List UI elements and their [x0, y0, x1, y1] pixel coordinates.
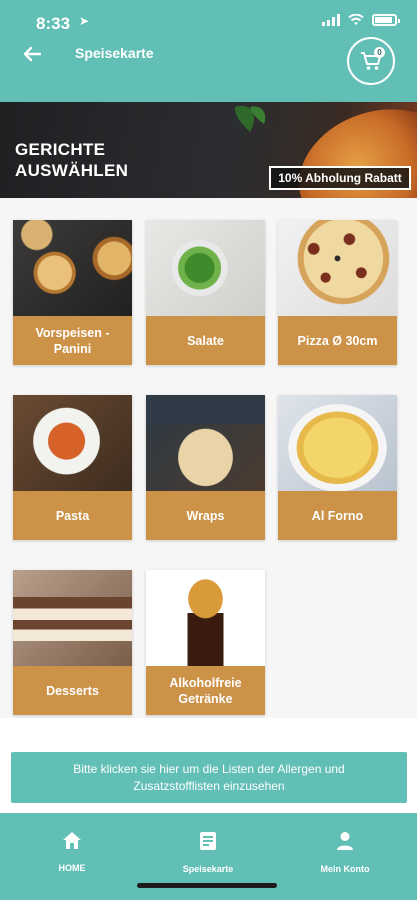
category-card-wraps[interactable]: Wraps [146, 395, 265, 540]
category-image [146, 220, 265, 316]
category-label: Wraps [146, 491, 265, 540]
status-bar: 8:33 ➤ [0, 0, 417, 40]
allergen-info-button[interactable]: Bitte klicken sie hier um die Listen der… [11, 752, 407, 803]
category-image [146, 570, 265, 666]
arrow-left-icon [23, 46, 41, 62]
nav-item-mein-konto[interactable]: Mein Konto [295, 831, 395, 874]
category-label: Alkoholfreie Getränke [146, 666, 265, 715]
category-image [278, 395, 397, 491]
category-label: Al Forno [278, 491, 397, 540]
banner-title: GERICHTE AUSWÄHLEN [15, 140, 129, 180]
category-image [13, 570, 132, 666]
nav-label: Speisekarte [182, 864, 234, 874]
nav-label: HOME [58, 863, 86, 873]
battery-icon [372, 14, 400, 26]
category-label: Pizza Ø 30cm [278, 316, 397, 365]
hero-banner: GERICHTE AUSWÄHLEN 10% Abholung Rabatt [0, 102, 417, 198]
category-card-desserts[interactable]: Desserts [13, 570, 132, 715]
nav-item-home[interactable]: HOME [22, 831, 122, 873]
home-icon [63, 832, 81, 849]
cart-count-badge: 0 [374, 47, 385, 58]
category-card-pasta[interactable]: Pasta [13, 395, 132, 540]
user-icon [337, 832, 353, 850]
category-image [278, 220, 397, 316]
wifi-icon [348, 14, 364, 25]
status-icons [322, 14, 400, 26]
category-label: Salate [146, 316, 265, 365]
category-image [146, 395, 265, 491]
category-card-vorspeisen[interactable]: Vorspeisen - Panini [13, 220, 132, 365]
category-label: Vorspeisen - Panini [13, 316, 132, 365]
category-card-pizza[interactable]: Pizza Ø 30cm [278, 220, 397, 365]
cart-button[interactable]: 0 [347, 37, 395, 85]
category-card-salate[interactable]: Salate [146, 220, 265, 365]
app-header: 8:33 ➤ Speisekarte 0 [0, 0, 417, 102]
home-indicator [137, 883, 277, 888]
category-image [13, 220, 132, 316]
signal-icon [322, 14, 340, 26]
category-image [13, 395, 132, 491]
category-label: Pasta [13, 491, 132, 540]
nav-item-speisekarte[interactable]: Speisekarte [158, 831, 258, 874]
page-title: Speisekarte [75, 45, 154, 61]
nav-label: Mein Konto [320, 864, 370, 874]
status-time: 8:33 [36, 14, 71, 33]
back-button[interactable] [18, 40, 46, 68]
category-label: Desserts [13, 666, 132, 715]
category-card-getraenke[interactable]: Alkoholfreie Getränke [146, 570, 265, 715]
discount-badge: 10% Abholung Rabatt [269, 166, 411, 190]
location-arrow-icon: ➤ [79, 14, 90, 28]
category-card-al-forno[interactable]: Al Forno [278, 395, 397, 540]
menu-document-icon [200, 832, 216, 850]
category-grid: Vorspeisen - Panini Salate Pizza Ø 30cm … [0, 198, 417, 718]
basil-leaf-image [234, 105, 266, 132]
